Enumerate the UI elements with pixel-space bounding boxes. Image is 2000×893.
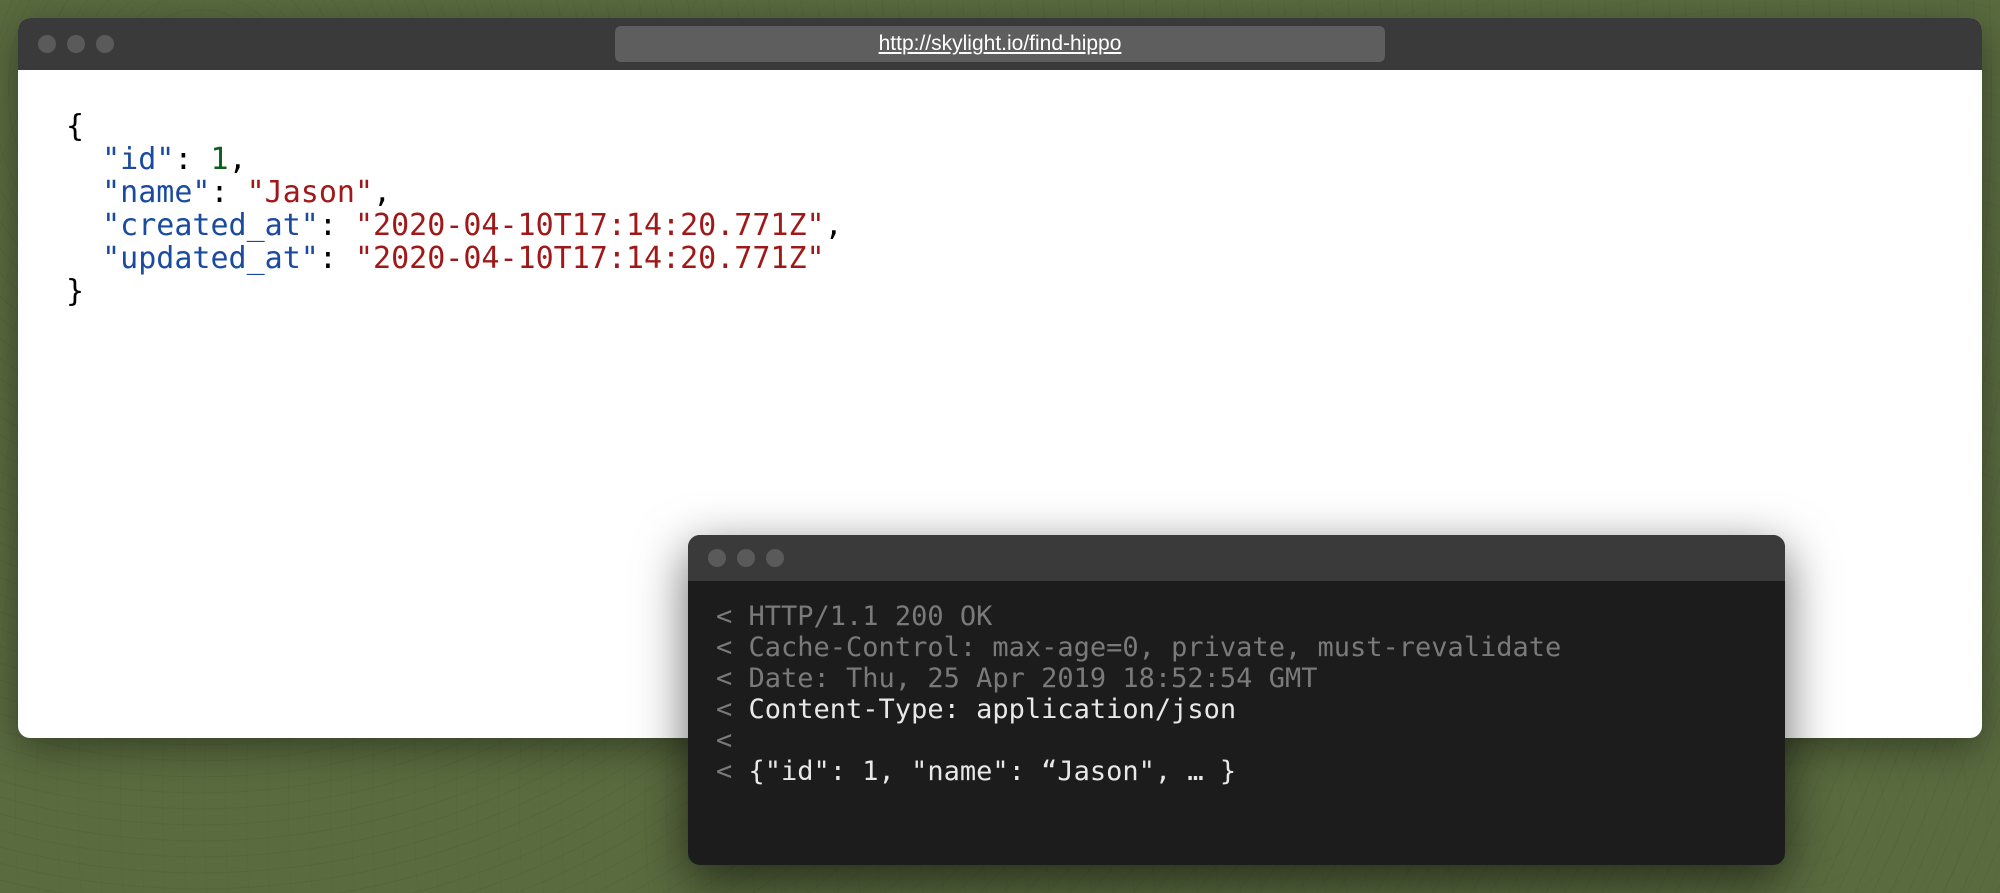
json-key-updated: "updated_at" [102, 241, 319, 276]
json-brace-close: } [66, 274, 84, 309]
traffic-lights [38, 35, 114, 53]
close-icon[interactable] [38, 35, 56, 53]
json-key-name: "name" [102, 175, 210, 210]
terminal-window: < HTTP/1.1 200 OK < Cache-Control: max-a… [688, 535, 1785, 865]
minimize-icon[interactable] [67, 35, 85, 53]
terminal-titlebar [688, 535, 1785, 581]
term-line-6: < {"id": 1, "name": “Jason", … } [716, 756, 1236, 787]
term-line-5: < [716, 725, 732, 756]
json-key-id: "id" [102, 142, 174, 177]
json-val-created: "2020-04-10T17:14:20.771Z" [355, 208, 825, 243]
maximize-icon[interactable] [96, 35, 114, 53]
term-line-4: < Content-Type: application/json [716, 694, 1236, 725]
term-line-3: < Date: Thu, 25 Apr 2019 18:52:54 GMT [716, 663, 1317, 694]
term-line-1: < HTTP/1.1 200 OK [716, 601, 992, 632]
url-text: http://skylight.io/find-hippo [879, 32, 1122, 55]
maximize-icon[interactable] [766, 549, 784, 567]
json-val-id: 1 [211, 142, 229, 177]
terminal-traffic-lights [708, 549, 784, 567]
minimize-icon[interactable] [737, 549, 755, 567]
json-key-created: "created_at" [102, 208, 319, 243]
browser-titlebar: http://skylight.io/find-hippo [18, 18, 1982, 70]
url-bar[interactable]: http://skylight.io/find-hippo [615, 26, 1385, 62]
browser-content: { "id": 1, "name": "Jason", "created_at"… [18, 70, 1982, 348]
json-val-updated: "2020-04-10T17:14:20.771Z" [355, 241, 825, 276]
term-line-2: < Cache-Control: max-age=0, private, mus… [716, 632, 1561, 663]
close-icon[interactable] [708, 549, 726, 567]
json-val-name: "Jason" [247, 175, 373, 210]
json-brace-open: { [66, 109, 84, 144]
terminal-content: < HTTP/1.1 200 OK < Cache-Control: max-a… [688, 581, 1785, 807]
